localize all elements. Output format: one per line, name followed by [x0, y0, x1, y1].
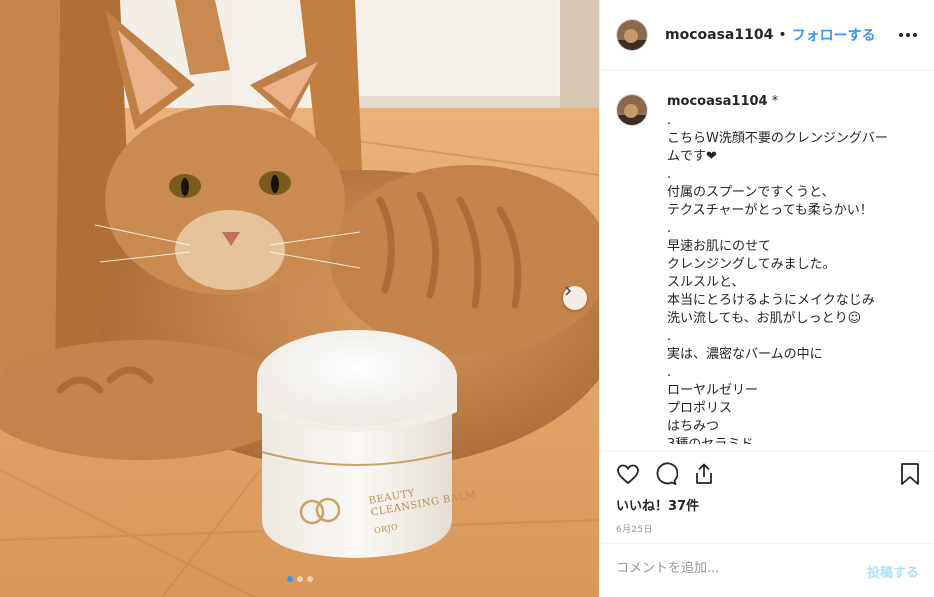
header-separator: • [778, 27, 787, 43]
comment-icon[interactable] [654, 462, 678, 486]
caption-line: プロポリス [667, 401, 733, 416]
caption-avatar[interactable] [616, 94, 648, 126]
caption-line: クレンジングしてみました。 [667, 257, 836, 272]
caption-username[interactable]: mocoasa1104 [667, 94, 768, 109]
follow-button[interactable]: フォローする [792, 25, 876, 45]
chevron-right-icon [565, 286, 572, 296]
post-photo [0, 0, 599, 597]
caption-line: 本当にとろけるようにメイクなじみ [667, 293, 875, 308]
post-sidebar: mocoasa1104 • フォローする mocoasa1104 * . こちらW… [599, 0, 934, 597]
avatar-image [617, 20, 647, 50]
caption-line: 実は、濃密なバームの中に [667, 347, 823, 362]
caption-line: 3種のセラミド [667, 436, 917, 444]
carousel-dots [0, 576, 599, 582]
caption-line: 早速お肌にのせて [667, 239, 772, 254]
carousel-dot-3 [306, 576, 313, 582]
caption-area: mocoasa1104 * . こちらW洗顔不要のクレンジングバー ムです❤. 付属の… [600, 92, 934, 444]
caption-line: 付属のスプーンですくうと、 [667, 185, 835, 200]
post-comment-button[interactable]: 投稿する [867, 562, 919, 581]
post-media[interactable]: BEAUTY CLEANSING BALM ORJO [0, 0, 599, 597]
caption-line: はちみつ [667, 419, 720, 434]
caption-line: . [667, 167, 672, 182]
caption-line: 洗い流しても、お肌がしっとり☺ [667, 311, 862, 326]
post-date[interactable]: 6月25日 [616, 522, 653, 535]
carousel-next-button[interactable] [563, 286, 587, 310]
header-username[interactable]: mocoasa1104 [665, 27, 773, 43]
like-count[interactable]: いいね！37件 [616, 495, 699, 514]
caption-line: テクスチャーがとっても柔らかい！ [667, 203, 873, 218]
caption-line: ローヤルゼリー [667, 383, 759, 398]
caption-line: ムです❤ [667, 149, 717, 164]
carousel-dot-2 [296, 576, 303, 582]
caption-username-row: mocoasa1104 * [667, 94, 778, 109]
caption-text: . こちらW洗顔不要のクレンジングバー ムです❤. 付属のスプーンですくうと、テクスチ… [667, 112, 917, 444]
share-icon[interactable] [692, 462, 716, 486]
avatar[interactable] [616, 19, 648, 51]
caption-suffix: * [767, 94, 779, 109]
heart-icon[interactable] [616, 462, 640, 486]
carousel-dot-1 [286, 576, 293, 582]
caption-line: . [667, 329, 672, 344]
comment-bar: 投稿する [600, 543, 934, 597]
avatar-image [617, 95, 647, 125]
bookmark-icon[interactable] [899, 462, 921, 486]
post-actions: いいね！37件 6月25日 投稿する [600, 451, 934, 597]
caption-line: . [667, 365, 672, 380]
caption-line: スルスルと、 [667, 275, 745, 290]
caption-line: . [667, 113, 672, 128]
caption-line: こちらW洗顔不要のクレンジングバー [667, 131, 888, 146]
comment-input[interactable] [616, 561, 846, 576]
caption-line: . [667, 221, 672, 236]
more-options-icon[interactable] [899, 27, 919, 43]
post-header: mocoasa1104 • フォローする [600, 0, 934, 71]
